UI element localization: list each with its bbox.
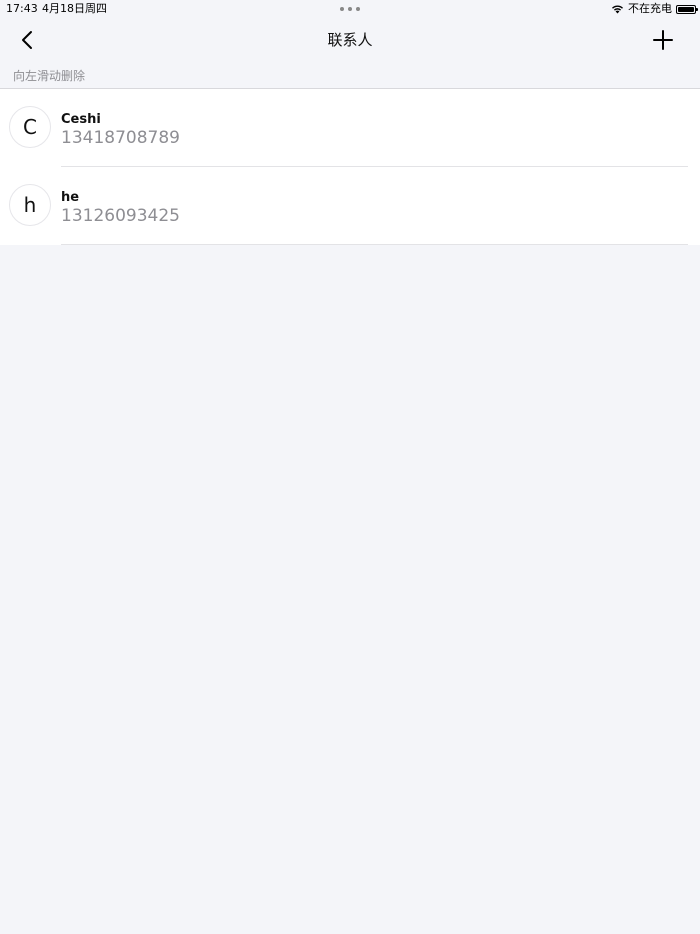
page-title: 联系人: [327, 31, 373, 49]
divider: [61, 244, 688, 245]
avatar: C: [9, 106, 51, 148]
navigation-bar: 联系人: [0, 18, 700, 62]
multitasking-dots-icon[interactable]: [340, 7, 360, 11]
battery-icon: [676, 4, 698, 14]
contact-name: Ceshi: [61, 112, 101, 127]
plus-icon: [653, 30, 673, 50]
contact-name: he: [61, 190, 80, 205]
swipe-hint: 向左滑动删除: [13, 69, 86, 83]
contact-list: C Ceshi 13418708789 h he 13126093425: [0, 89, 700, 245]
status-bar: 17:43 4月18日周四 不在充电: [0, 0, 700, 18]
contact-row[interactable]: h he 13126093425: [0, 167, 700, 245]
contact-phone: 13126093425: [61, 206, 180, 226]
contacts-screen: 17:43 4月18日周四 不在充电 联系人 向左滑动删除 C Ceshi 13…: [0, 0, 700, 934]
avatar: h: [9, 184, 51, 226]
charging-status: 不在充电: [628, 2, 672, 15]
wifi-icon: [611, 4, 624, 14]
contact-phone: 13418708789: [61, 128, 180, 148]
add-contact-button[interactable]: [652, 29, 674, 51]
status-right: 不在充电: [611, 0, 698, 18]
status-date: 4月18日周四: [42, 2, 107, 15]
contact-row[interactable]: C Ceshi 13418708789: [0, 89, 700, 167]
status-time: 17:43: [6, 2, 38, 15]
